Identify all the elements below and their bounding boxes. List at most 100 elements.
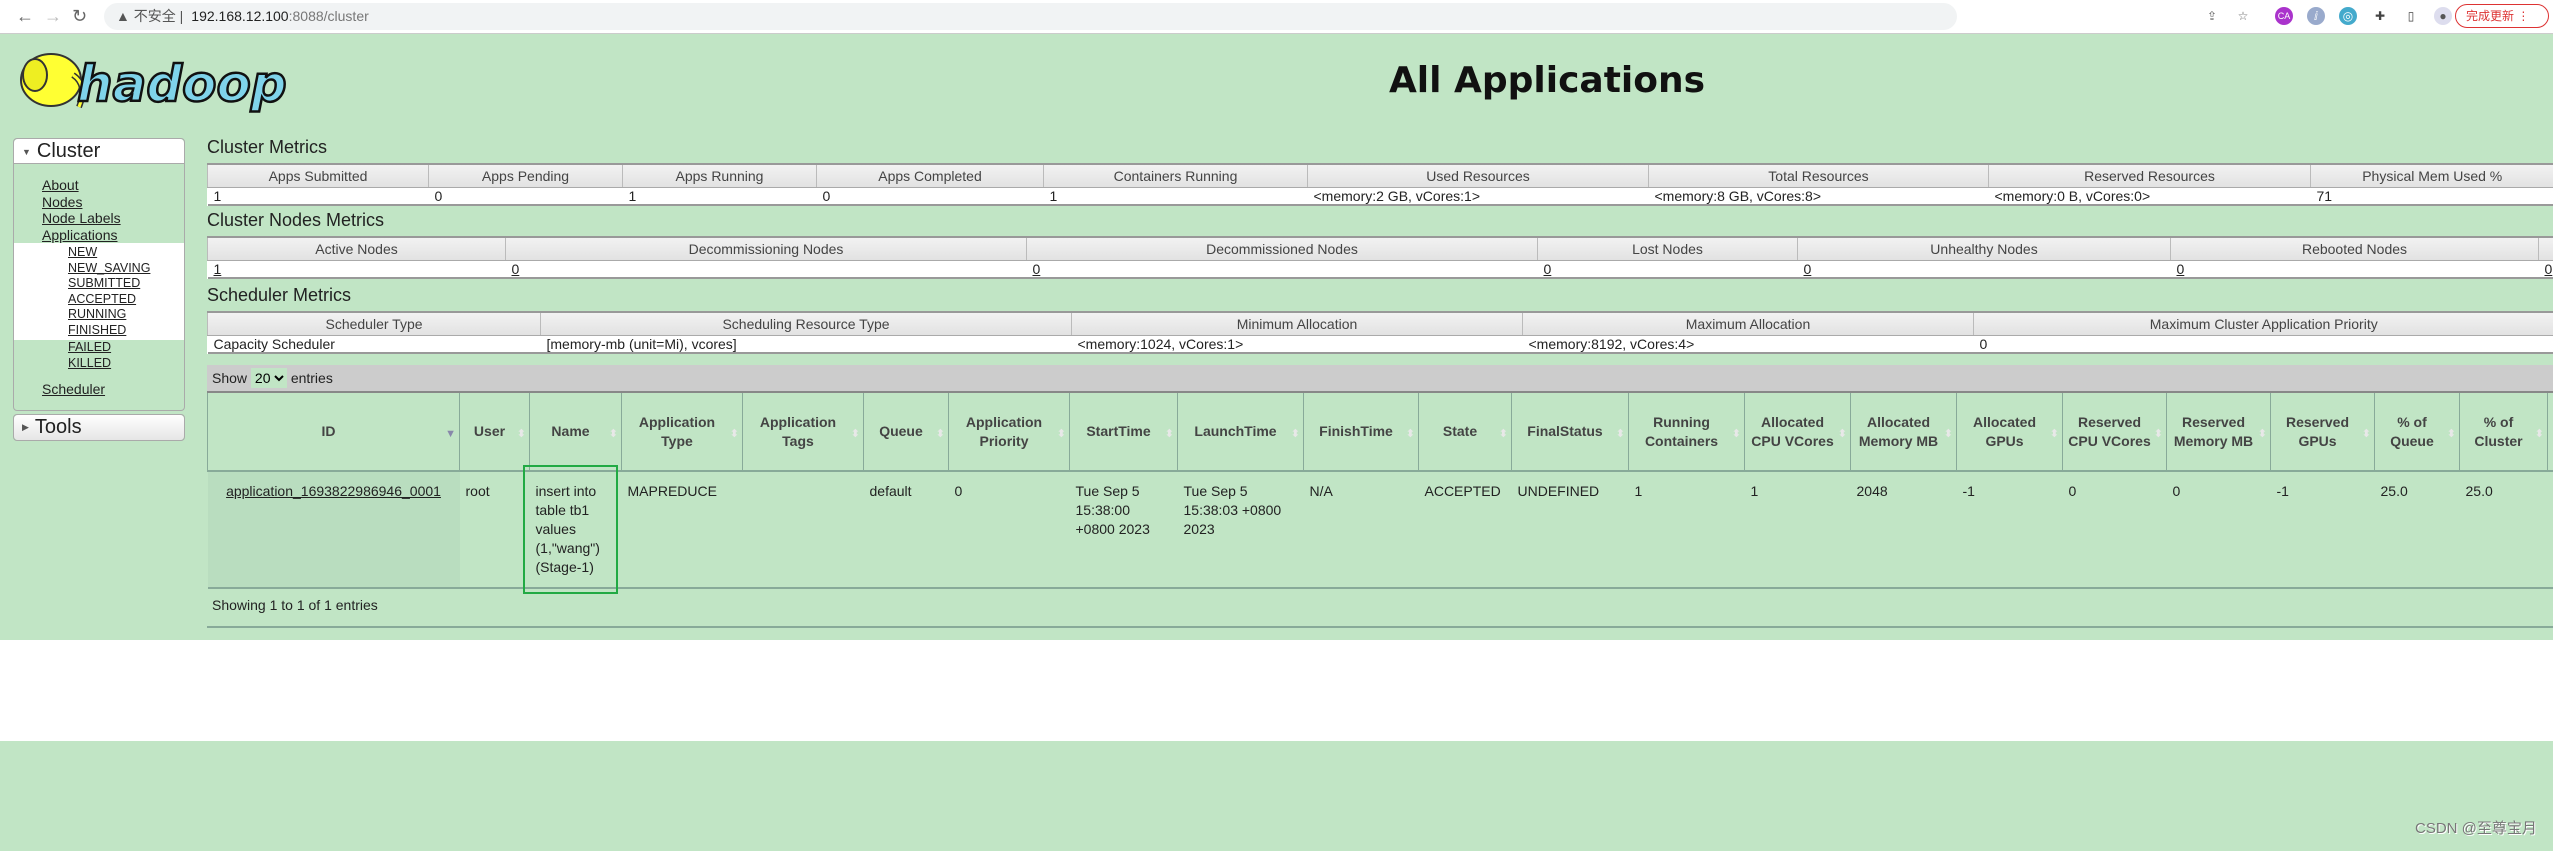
column-header-sortable[interactable]: Allocated CPU VCores ⬍ [1744, 392, 1851, 472]
back-icon[interactable]: ← [16, 6, 34, 27]
metric-value-link[interactable]: 0 [2177, 261, 2185, 277]
sidebar-link-scheduler[interactable]: Scheduler [14, 381, 184, 398]
sidebar-link-applications[interactable]: Applications [14, 227, 184, 244]
table-cell[interactable]: application_1693822986946_0001 [207, 471, 460, 589]
sort-icon[interactable]: ⬍ [2447, 425, 2456, 444]
sort-icon[interactable]: ▼ [445, 425, 456, 444]
column-header-sortable[interactable]: FinishTime ⬍ [1303, 392, 1419, 472]
column-header-sortable[interactable]: ID ▼ [207, 392, 460, 472]
triangle-down-icon: ▼ [22, 146, 31, 157]
sort-icon[interactable]: ⬍ [1291, 425, 1300, 444]
sidepanel-icon[interactable]: ▯ [2402, 7, 2420, 25]
tools-toggle[interactable]: ▶ Tools [14, 414, 184, 440]
sort-icon[interactable]: ⬍ [2154, 425, 2163, 444]
metric-value-link[interactable]: 0 [512, 261, 520, 277]
sort-icon[interactable]: ⬍ [936, 425, 945, 444]
column-header-sortable[interactable]: Queue ⬍ [863, 392, 949, 472]
sort-icon[interactable]: ⬍ [517, 425, 526, 444]
metric-value[interactable]: 0 [1027, 260, 1538, 278]
column-header: Minimum Allocation [1071, 312, 1523, 336]
app-state-new[interactable]: NEW [14, 245, 184, 261]
column-header-sortable[interactable]: Allocated GPUs ⬍ [1956, 392, 2063, 472]
sidebar: ▼ Cluster About Nodes Node Labels Applica… [13, 138, 185, 444]
column-header-sortable[interactable]: State ⬍ [1418, 392, 1512, 472]
update-button[interactable]: 完成更新 ⋮ [2455, 4, 2549, 28]
column-header: Total Resources [1648, 164, 1989, 188]
metric-value[interactable]: 0 [506, 260, 1027, 278]
sort-icon[interactable]: ⬍ [1616, 425, 1625, 444]
sidebar-link-nodes[interactable]: Nodes [14, 194, 184, 211]
sort-icon[interactable]: ⬍ [1057, 425, 1066, 444]
app-state-submitted[interactable]: SUBMITTED [14, 276, 184, 292]
column-header-sortable[interactable]: User ⬍ [459, 392, 530, 472]
column-header-label: Application Type [638, 413, 716, 449]
column-header-sortable[interactable]: Application Priority ⬍ [948, 392, 1070, 472]
column-header-sortable[interactable]: Reserved GPUs ⬍ [2270, 392, 2375, 472]
puzzle-icon[interactable]: ✚ [2371, 7, 2389, 25]
sort-icon[interactable]: ⬍ [1732, 425, 1741, 444]
hadoop-logo[interactable]: hadoop [13, 45, 313, 115]
metric-value-link[interactable]: 0 [1804, 261, 1812, 277]
column-header-sortable[interactable]: Reserved Memory MB ⬍ [2166, 392, 2271, 472]
column-header: Decommissioned Nodes [1026, 237, 1538, 261]
app-state-accepted[interactable]: ACCEPTED [14, 292, 184, 308]
column-header-sortable[interactable]: LaunchTime ⬍ [1177, 392, 1304, 472]
profile-icon[interactable]: ● [2434, 7, 2452, 25]
forward-icon[interactable]: → [44, 6, 62, 27]
sort-icon[interactable]: ⬍ [2535, 425, 2544, 444]
metric-value: 1 [1049, 187, 1058, 204]
sort-icon[interactable]: ⬍ [2258, 425, 2267, 444]
entries-label: entries [290, 370, 333, 386]
extension-icon[interactable]: CA [2275, 7, 2293, 25]
sort-icon[interactable]: ⬍ [1165, 425, 1174, 444]
metric-value-link[interactable]: 0 [2545, 261, 2553, 277]
metric-value-link[interactable]: 1 [214, 261, 222, 277]
column-header-sortable[interactable]: Running Containers ⬍ [1628, 392, 1745, 472]
metric-value-link[interactable]: 0 [1544, 261, 1552, 277]
column-header-sortable[interactable]: % of Cluster ⬍ [2459, 392, 2548, 472]
sort-icon[interactable]: ⬍ [2362, 425, 2371, 444]
extension-icon[interactable]: ⅈ [2307, 7, 2325, 25]
sidebar-link-about[interactable]: About [14, 177, 184, 194]
address-bar[interactable]: ▲ 不安全 | 192.168.12.100:8088/cluster [104, 3, 1957, 30]
cluster-toggle[interactable]: ▼ Cluster [14, 139, 184, 164]
page-size-select[interactable]: 20 [250, 368, 287, 388]
sidebar-link-node-labels[interactable]: Node Labels [14, 210, 184, 227]
sort-icon[interactable]: ⬍ [730, 425, 739, 444]
column-header-sortable[interactable]: StartTime ⬍ [1069, 392, 1178, 472]
star-icon[interactable]: ☆ [2234, 7, 2252, 25]
sort-icon[interactable]: ⬍ [1499, 425, 1508, 444]
column-header-sortable[interactable]: Application Type ⬍ [621, 392, 743, 472]
metric-value[interactable]: 0 [1798, 260, 2171, 278]
sort-icon[interactable]: ⬍ [851, 425, 860, 444]
insecure-warning: ▲ 不安全 | [116, 8, 184, 24]
sort-icon[interactable]: ⬍ [1944, 425, 1953, 444]
table-cell-link[interactable]: application_1693822986946_0001 [226, 483, 441, 499]
column-header-sortable[interactable]: Application Tags ⬍ [742, 392, 864, 472]
metric-value-link[interactable]: 0 [1033, 261, 1041, 277]
sort-icon[interactable]: ⬍ [2050, 425, 2059, 444]
column-header-sortable[interactable]: Name ⬍ [529, 392, 622, 472]
table-cell: 25.0 [2374, 471, 2460, 589]
column-header-sortable[interactable]: Allocated Memory MB ⬍ [1850, 392, 1957, 472]
share-icon[interactable]: ⇪ [2203, 7, 2221, 25]
app-state-killed[interactable]: KILLED [14, 356, 184, 372]
metric-value[interactable]: 0 [1538, 260, 1798, 278]
sort-icon[interactable]: ⬍ [609, 425, 618, 444]
metric-value[interactable]: 1 [208, 260, 506, 278]
column-header: Apps Pending [428, 164, 623, 188]
app-state-new-saving[interactable]: NEW_SAVING [14, 261, 184, 277]
metric-value[interactable]: 0 [2171, 260, 2539, 278]
column-header-sortable[interactable]: Reserved CPU VCores ⬍ [2062, 392, 2167, 472]
sort-icon[interactable]: ⬍ [1838, 425, 1847, 444]
app-state-failed[interactable]: FAILED [14, 340, 184, 356]
extension-icon[interactable]: ◎ [2339, 7, 2357, 25]
metric-value[interactable]: 0 [2539, 260, 2553, 278]
sort-icon[interactable]: ⬍ [1406, 425, 1415, 444]
reload-icon[interactable]: ↻ [72, 6, 87, 27]
column-header-sortable[interactable]: FinalStatus ⬍ [1511, 392, 1629, 472]
column-header-sortable[interactable]: % of Queue ⬍ [2374, 392, 2460, 472]
app-state-running[interactable]: RUNNING [14, 307, 184, 323]
app-state-finished[interactable]: FINISHED [14, 323, 184, 339]
scheduler-metrics-heading: Scheduler Metrics [207, 285, 352, 305]
